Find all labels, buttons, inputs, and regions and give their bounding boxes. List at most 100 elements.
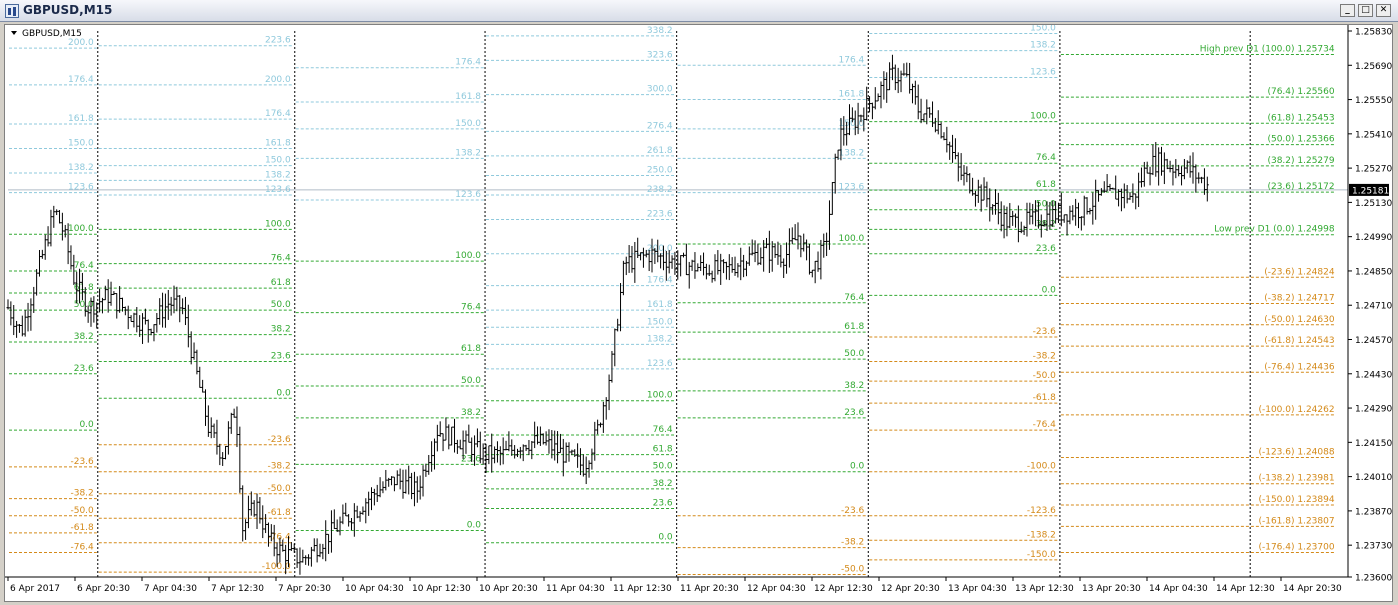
fib-level-label: 176.4 [839,55,865,65]
fib-level-label: 76.4 [271,254,291,264]
fib-level-label: 200.0 [265,75,291,85]
fib-level-label: 50.0 [844,349,864,359]
fib-level-label: 238.2 [647,185,673,195]
fib-level-label: -23.6 [70,457,94,467]
fib-level-label: 76.4 [653,425,673,435]
fib-level-label: 176.4 [68,75,94,85]
time-tick-label: 14 Apr 04:30 [1149,584,1208,594]
fib-level-label: 0.0 [276,388,291,398]
time-tick-label: 11 Apr 04:30 [546,584,605,594]
daily-fib-label: (-123.6) 1.24088 [1258,448,1334,458]
fib-level-label: -76.4 [70,543,94,553]
fib-level-label: -61.8 [1033,393,1057,403]
fib-level-label: -38.2 [841,538,864,548]
time-tick-label: 7 Apr 04:30 [144,584,197,594]
fib-level-label: 100.0 [455,251,481,261]
daily-fib-label: (-38.2) 1.24717 [1264,294,1334,304]
close-button[interactable]: ✕ [1376,4,1391,17]
daily-fib-label: (61.8) 1.25453 [1267,113,1334,123]
minimize-button[interactable]: _ [1340,4,1355,17]
daily-fib-label: Low prev D1 (0.0) 1.24998 [1214,225,1335,235]
fib-level-label: 100.0 [265,219,291,229]
price-tick-label: 1.24850 [1355,267,1392,277]
fib-level-label: 38.2 [653,479,673,489]
daily-fib-label: (23.6) 1.25172 [1267,182,1334,192]
fib-level-label: -50.0 [841,565,865,575]
window-title: GBPUSD,M15 [23,3,113,17]
price-chart[interactable]: 200.0 176.4 161.8 150.0 138.2 123.6 100.0 76.4 6… [5,25,1392,601]
fib-level-label: 100.0 [839,234,865,244]
fib-level-label: 76.4 [1036,153,1056,163]
window-titlebar[interactable]: GBPUSD,M15 _ □ ✕ [0,0,1398,22]
fib-level-label: 100.0 [1030,112,1056,122]
fib-level-label: 123.6 [1030,68,1056,78]
time-tick-label: 14 Apr 12:30 [1216,584,1275,594]
time-tick-label: 12 Apr 20:30 [881,584,940,594]
daily-fib-label: (-100.0) 1.24262 [1258,405,1334,415]
time-tick-label: 13 Apr 20:30 [1082,584,1141,594]
time-tick-label: 12 Apr 04:30 [747,584,806,594]
fib-level-label: 138.2 [1030,41,1056,51]
daily-fib-label: (76.4) 1.25560 [1267,87,1334,97]
price-tick-label: 1.24710 [1355,302,1392,312]
chart-window-icon [5,4,19,18]
fib-level-label: -61.8 [70,523,94,533]
daily-fib-label: (-61.8) 1.24543 [1264,336,1334,346]
fib-level-label: -123.6 [1027,506,1056,516]
fib-level-label: -50.0 [1033,371,1057,381]
time-tick-label: 10 Apr 12:30 [412,584,471,594]
fib-level-label: 0.0 [1042,285,1057,295]
chart-window[interactable]: 200.0 176.4 161.8 150.0 138.2 123.6 100.0 76.4 6… [4,24,1393,602]
fib-level-label: -23.6 [267,435,291,445]
time-tick-label: 12 Apr 12:30 [814,584,873,594]
fib-level-label: 23.6 [653,498,673,508]
fib-level-label: 176.4 [265,109,291,119]
fib-level-label: 223.6 [265,36,291,46]
price-tick-label: 1.25690 [1355,62,1392,72]
fib-level-label: 150.0 [1030,25,1056,33]
fib-level-label: 76.4 [461,303,481,313]
fib-level-label: 0.0 [467,520,482,530]
fib-level-label: 150.0 [265,156,291,166]
chart-symbol-label: GBPUSD,M15 [22,29,82,39]
fib-level-label: -100.0 [262,562,291,572]
time-tick-label: 13 Apr 12:30 [1015,584,1074,594]
daily-fib-label: (-161.8) 1.23807 [1258,516,1334,526]
time-tick-label: 10 Apr 20:30 [479,584,538,594]
daily-fib-label: (-76.4) 1.24436 [1264,362,1335,372]
fib-level-label: 300.0 [647,85,673,95]
price-tick-label: 1.24150 [1355,439,1392,449]
fib-level-label: -150.0 [1027,550,1056,560]
fib-level-label: -38.2 [70,489,93,499]
price-tick-label: 1.25410 [1355,130,1392,140]
maximize-button[interactable]: □ [1358,4,1373,17]
fib-level-label: 161.8 [68,114,94,124]
fib-level-label: 138.2 [265,170,291,180]
fib-level-label: 0.0 [79,420,94,430]
fib-level-label: 150.0 [68,139,94,149]
time-tick-label: 7 Apr 20:30 [278,584,331,594]
fib-level-label: 138.2 [455,148,481,158]
time-tick-label: 6 Apr 2017 [10,584,60,594]
fib-level-label: 38.2 [74,332,94,342]
fib-level-label: 23.6 [844,408,864,418]
fib-level-label: 76.4 [74,261,94,271]
fib-level-label: 76.4 [844,293,864,303]
fib-level-label: 61.8 [461,344,481,354]
daily-fib-label: High prev D1 (100.0) 1.25734 [1200,45,1335,55]
daily-fib-label: (-150.0) 1.23894 [1258,495,1334,505]
fib-level-label: 150.0 [647,317,673,327]
fib-level-label: -38.2 [1033,352,1056,362]
daily-fib-label: (-23.6) 1.24824 [1264,267,1335,277]
chevron-down-icon [11,31,17,35]
fib-level-label: 276.4 [647,121,673,131]
price-tick-label: 1.24570 [1355,336,1392,346]
fib-level-label: -138.2 [1027,530,1056,540]
fib-level-label: 23.6 [1036,244,1056,254]
fib-level-label: 50.0 [271,300,291,310]
fib-level-label: 138.2 [647,334,673,344]
fib-level-label: 38.2 [461,408,481,418]
fib-level-label: 61.8 [1036,180,1056,190]
fib-level-label: 323.6 [647,50,673,60]
fib-level-label: 200.0 [68,38,94,48]
